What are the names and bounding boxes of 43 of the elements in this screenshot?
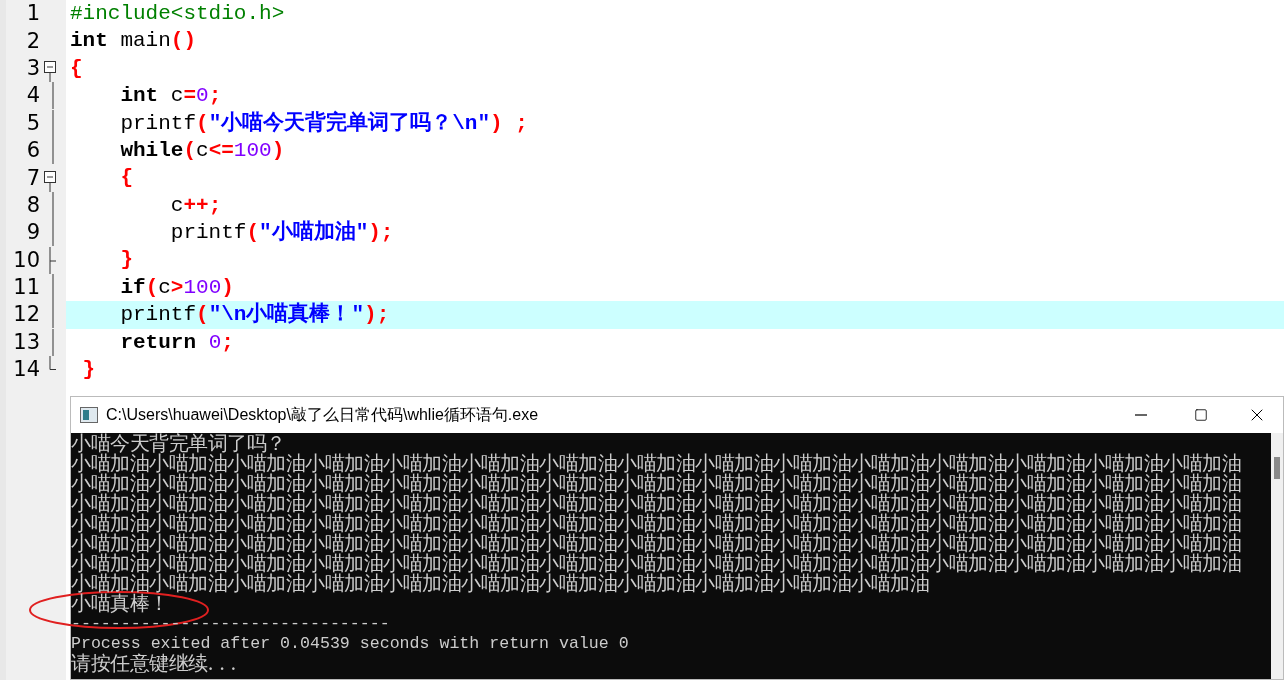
code-line: int c=0; [119,83,223,110]
code-line: { [69,55,84,82]
console-line: 小喵加油小喵加油小喵加油小喵加油小喵加油小喵加油小喵加油小喵加油小喵加油小喵加油小喵加油小喵加油小喵加油小喵加油小喵加油 [71,554,1242,574]
console-app-icon [80,407,98,423]
maximize-icon [1194,408,1208,422]
code-line: printf("小喵今天背完单词了吗？\n") ; [119,109,529,137]
console-line: 请按任意键继续. . . [71,654,237,674]
line-number: 1 [25,3,40,25]
console-line: 小喵今天背完单词了吗？ [71,434,286,454]
line-number: 12 [12,304,40,326]
line-number: 3 [25,57,40,79]
line-number: 10 [12,249,40,271]
window-title: C:\Users\huawei\Desktop\敲了么日常代码\whlie循环语句.exe [106,405,539,425]
line-number: 7 [25,167,40,189]
console-line: 小喵加油小喵加油小喵加油小喵加油小喵加油小喵加油小喵加油小喵加油小喵加油小喵加油小喵加油 [71,574,929,594]
console-line: 小喵加油小喵加油小喵加油小喵加油小喵加油小喵加油小喵加油小喵加油小喵加油小喵加油小喵加油小喵加油小喵加油小喵加油小喵加油 [71,454,1242,474]
code-line: return 0; [119,329,235,356]
line-number: 2 [25,30,40,52]
code-line: while(c<=100) [119,137,286,164]
code-line: c++; [169,192,223,219]
line-number: 6 [25,140,40,162]
minimize-icon [1135,414,1147,416]
console-line: 小喵加油小喵加油小喵加油小喵加油小喵加油小喵加油小喵加油小喵加油小喵加油小喵加油小喵加油小喵加油小喵加油小喵加油小喵加油 [71,514,1242,534]
line-number: 9 [25,222,40,244]
line-number: 4 [25,85,40,107]
console-line: 小喵加油小喵加油小喵加油小喵加油小喵加油小喵加油小喵加油小喵加油小喵加油小喵加油小喵加油小喵加油小喵加油小喵加油小喵加油 [71,494,1242,514]
code-line: } [119,247,134,274]
console-line: 小喵真棒！ [71,594,169,614]
code-line: if(c>100) [119,274,235,301]
console-line: 小喵加油小喵加油小喵加油小喵加油小喵加油小喵加油小喵加油小喵加油小喵加油小喵加油小喵加油小喵加油小喵加油小喵加油小喵加油 [71,474,1242,494]
line-number: 14 [12,359,40,381]
code-line: #include<stdio.h> [69,0,286,27]
console-line: -------------------------------- [71,614,391,634]
console-line: 小喵加油小喵加油小喵加油小喵加油小喵加油小喵加油小喵加油小喵加油小喵加油小喵加油小喵加油小喵加油小喵加油小喵加油小喵加油 [71,534,1242,554]
line-number: 13 [12,331,40,353]
console-line: Process exited after 0.04539 seconds with return value 0 [71,634,630,653]
code-line: printf("小喵加油"); [169,219,395,247]
line-number: 8 [25,194,40,216]
code-line: int main() [69,28,198,55]
code-line: { [119,165,134,192]
code-line: } [81,357,97,384]
line-number: 11 [12,277,40,299]
line-number: 5 [25,112,40,134]
